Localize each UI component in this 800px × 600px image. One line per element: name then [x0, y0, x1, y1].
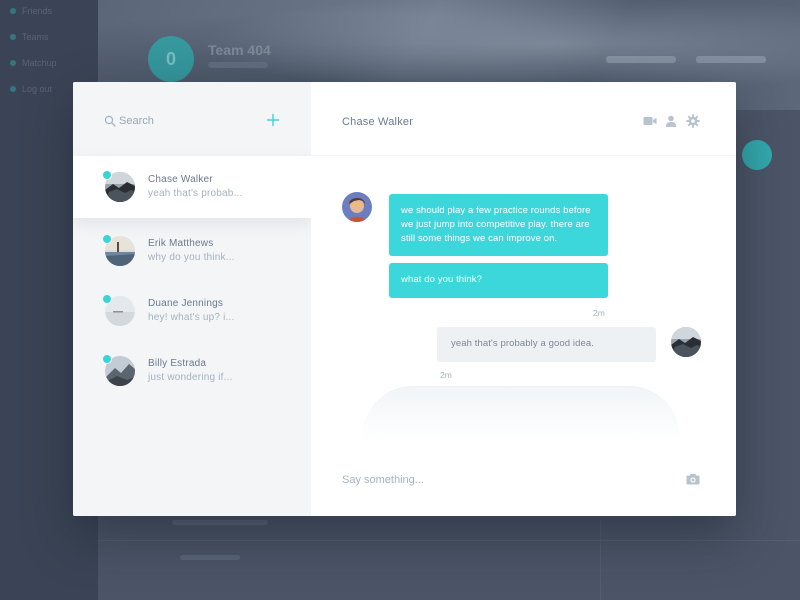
contact-item-billy-estrada[interactable]: Billy Estrada just wondering if...	[73, 340, 311, 400]
contact-item-duane-jennings[interactable]: Duane Jennings hey! what's up? i...	[73, 280, 311, 340]
background-divider	[98, 540, 800, 541]
search-icon	[104, 115, 116, 127]
own-avatar	[671, 327, 701, 357]
contact-list: Chase Walker yeah that's probab... Erik …	[73, 156, 311, 400]
search-bar	[73, 82, 311, 156]
video-camera-icon[interactable]	[643, 114, 657, 128]
message-timestamp: 2m	[440, 370, 452, 380]
message-bubble-outgoing: yeah that's probably a good idea.	[437, 327, 656, 362]
chat-modal: Chase Walker yeah that's probab... Erik …	[73, 82, 736, 516]
contact-name: Erik Matthews	[148, 238, 214, 249]
search-input[interactable]	[119, 113, 259, 129]
background-divider	[600, 520, 601, 600]
background-team-subtitle	[208, 62, 268, 68]
online-status-dot	[102, 354, 112, 364]
chat-title: Chase Walker	[342, 116, 414, 128]
background-line	[172, 520, 268, 525]
message-timestamp: 2m	[593, 308, 605, 318]
background-nav-item: Matchup	[10, 57, 57, 69]
contact-item-erik-matthews[interactable]: Erik Matthews why do you think...	[73, 220, 311, 280]
contacts-pane: Chase Walker yeah that's probab... Erik …	[73, 82, 311, 516]
settings-gear-icon[interactable]	[686, 114, 700, 128]
camera-icon[interactable]	[686, 472, 700, 486]
contact-name: Duane Jennings	[148, 298, 224, 309]
conversation-pane: Chase Walker we should play a few practi…	[311, 82, 736, 516]
background-fab	[742, 140, 772, 170]
message-composer-input[interactable]	[342, 472, 672, 488]
contact-name: Billy Estrada	[148, 358, 207, 369]
sender-avatar	[342, 192, 372, 222]
message-bubble-incoming: we should play a few practice rounds bef…	[389, 194, 608, 256]
plus-icon	[266, 113, 280, 127]
message-bubble-incoming: what do you think?	[389, 263, 608, 298]
background-nav-item: Friends	[10, 5, 52, 17]
contact-item-chase-walker[interactable]: Chase Walker yeah that's probab...	[73, 156, 311, 218]
contact-preview: why do you think...	[148, 252, 235, 263]
chat-header: Chase Walker	[311, 82, 736, 156]
background-team-name: Team 404	[208, 42, 271, 58]
typing-indicator-placeholder	[363, 386, 679, 442]
online-status-dot	[102, 234, 112, 244]
contact-preview: yeah that's probab...	[148, 188, 243, 199]
background-team-badge: 0	[148, 36, 194, 82]
background-stats	[606, 56, 766, 63]
online-status-dot	[102, 170, 112, 180]
background-line	[180, 555, 240, 560]
contact-name: Chase Walker	[148, 174, 213, 185]
contact-preview: just wondering if...	[148, 372, 233, 383]
online-status-dot	[102, 294, 112, 304]
contact-preview: hey! what's up? i...	[148, 312, 235, 323]
add-conversation-button[interactable]	[265, 113, 281, 129]
background-nav-item: Log out	[10, 83, 52, 95]
background-nav-item: Teams	[10, 31, 49, 43]
profile-icon[interactable]	[664, 114, 678, 128]
